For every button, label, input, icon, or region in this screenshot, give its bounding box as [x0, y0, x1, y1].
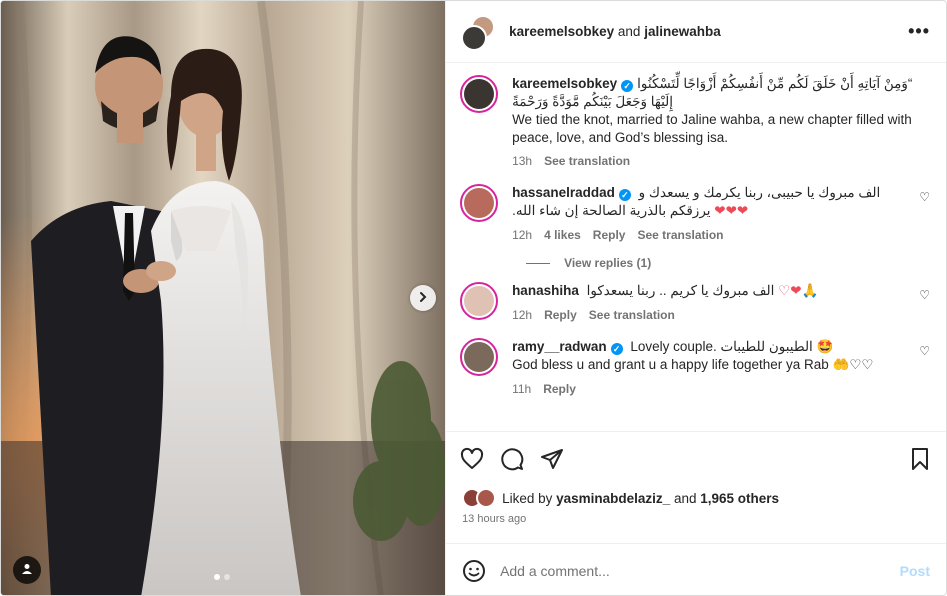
add-comment-bar: Post — [446, 543, 946, 595]
like-comment-heart-icon[interactable]: ♡ — [919, 344, 930, 358]
reply-button[interactable]: Reply — [544, 306, 577, 324]
likes-others-link[interactable]: 1,965 others — [700, 491, 779, 506]
bookmark-icon[interactable] — [908, 447, 932, 471]
post-header: kareemelsobkey and jalinewahba ••• — [446, 1, 946, 63]
comment-input[interactable] — [500, 562, 900, 579]
liker-username[interactable]: yasminabdelaziz_ — [556, 491, 670, 506]
comment-text-line2: God bless u and grant u a happy life tog… — [512, 357, 874, 372]
avatar — [461, 24, 488, 51]
view-replies-label: View replies (1) — [564, 256, 652, 270]
avatar[interactable] — [460, 282, 499, 320]
likes-summary: Liked by yasminabdelaziz_ and 1,965 othe… — [446, 485, 946, 511]
user-tag-icon — [21, 563, 33, 578]
likes-connector: and — [673, 490, 697, 506]
post-actions — [446, 431, 946, 485]
comments-list[interactable]: kareemelsobkey ✓ “وَمِنْ آيَاتِهِ أَنْ خَل… — [446, 63, 946, 431]
post-photo — [1, 1, 446, 595]
view-replies-button[interactable]: View replies (1) — [526, 256, 930, 270]
like-comment-heart-icon[interactable]: ♡ — [919, 190, 930, 204]
comment-username[interactable]: hassanelraddad — [512, 185, 615, 200]
more-icon[interactable]: ••• — [908, 21, 930, 42]
tagged-users-button[interactable] — [13, 556, 41, 584]
post-comment-button[interactable]: Post — [900, 563, 930, 579]
comment: ramy__radwan ✓ Lovely couple. الطيبون للط… — [460, 338, 930, 398]
verified-icon: ✓ — [610, 343, 623, 355]
comment-text: Lovely couple. الطيبون للطيبات 🤩 — [630, 339, 834, 354]
liker-avatars — [462, 488, 498, 508]
carousel-dots — [214, 574, 230, 580]
post-panel: kareemelsobkey and jalinewahba ••• karee… — [445, 1, 946, 595]
share-icon[interactable] — [540, 447, 564, 471]
see-translation-link[interactable]: See translation — [637, 226, 723, 244]
emoji-icon[interactable] — [462, 559, 486, 583]
see-translation-link[interactable]: See translation — [589, 306, 675, 324]
avatar[interactable] — [460, 184, 499, 222]
avatar[interactable] — [460, 75, 499, 113]
red-hearts-emoji: ❤❤❤ — [714, 203, 749, 218]
comment-emoji: ♡❤🙏 — [778, 283, 819, 298]
carousel-dot-active — [214, 574, 220, 580]
chevron-right-icon — [417, 291, 429, 306]
comment: hassanelraddad ✓ الف مبروك يا حبيبى، ربنا… — [460, 184, 930, 244]
comment-username[interactable]: hanashiha — [512, 283, 579, 298]
comment-time: 12h — [512, 308, 533, 322]
avatar[interactable] — [460, 338, 499, 376]
caption-english: We tied the knot, married to Jaline wahb… — [512, 112, 912, 145]
heart-icon[interactable] — [460, 447, 484, 471]
post-dialog: kareemelsobkey and jalinewahba ••• karee… — [0, 0, 947, 596]
caption-username[interactable]: kareemelsobkey — [512, 76, 617, 91]
verified-icon: ✓ — [618, 189, 631, 201]
caption: kareemelsobkey ✓ “وَمِنْ آيَاتِهِ أَنْ خَل… — [460, 75, 930, 170]
author-link[interactable]: kareemelsobkey — [509, 24, 614, 39]
caption-time: 13h — [512, 154, 533, 168]
replies-divider — [526, 262, 551, 264]
comment-text: الف مبروك يا كريم .. ربنا يسعدكوا — [586, 283, 775, 298]
reply-button[interactable]: Reply — [593, 226, 626, 244]
post-authors: kareemelsobkey and jalinewahba — [509, 24, 908, 39]
avatar — [476, 488, 497, 508]
like-comment-heart-icon[interactable]: ♡ — [919, 288, 930, 302]
comment-text: الف مبروك يا حبيبى، ربنا يكرمك و يسعدك و — [638, 185, 881, 200]
comment-time: 11h — [512, 382, 532, 396]
wedding-photo-illustration — [1, 1, 446, 595]
likes-prefix: Liked by — [502, 490, 553, 506]
authors-connector: and — [617, 24, 641, 39]
collaborator-link[interactable]: jalinewahba — [644, 24, 721, 39]
comment-likes[interactable]: 4 likes — [544, 226, 581, 244]
next-slide-button[interactable] — [410, 285, 436, 311]
reply-button[interactable]: Reply — [543, 380, 576, 398]
comment-text-line2: يرزقكم بالذرية الصالحة إن شاء الله. — [512, 203, 711, 218]
verified-icon: ✓ — [621, 80, 634, 92]
post-timestamp: 13 hours ago — [462, 513, 527, 525]
comment-time: 12h — [512, 228, 533, 242]
collab-avatars[interactable] — [461, 14, 496, 51]
comment-username[interactable]: ramy__radwan — [512, 339, 607, 354]
comment: hanashiha الف مبروك يا كريم .. ربنا يسعد… — [460, 282, 930, 324]
see-translation-link[interactable]: See translation — [544, 152, 630, 170]
comment-icon[interactable] — [500, 447, 524, 471]
carousel-dot — [224, 574, 230, 580]
